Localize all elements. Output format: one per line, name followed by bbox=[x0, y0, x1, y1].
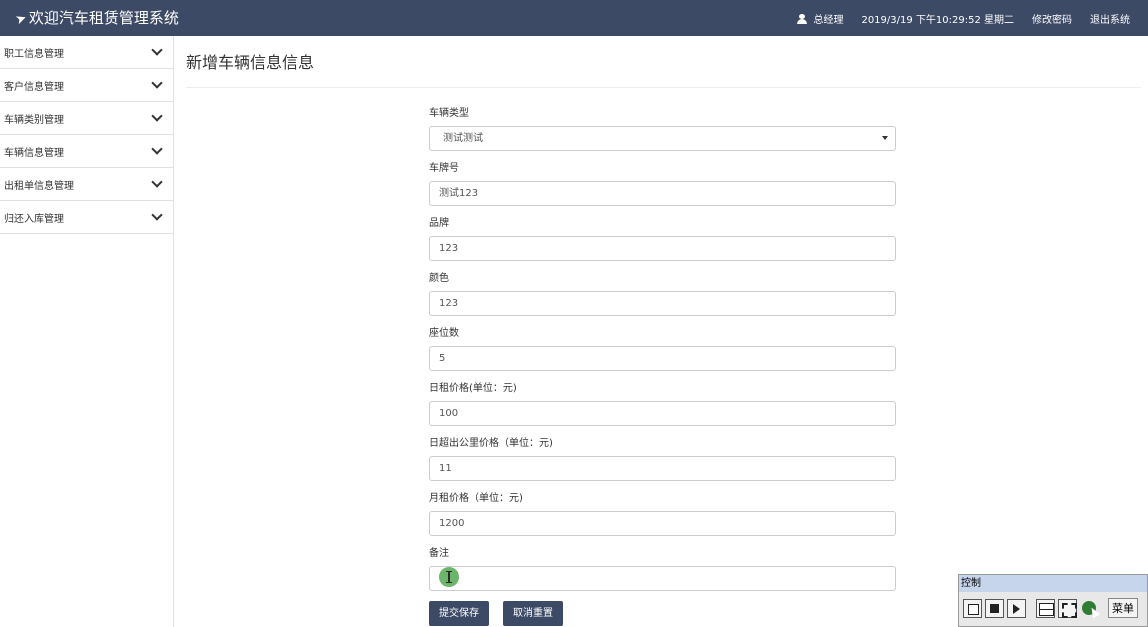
remark-label: 备注 bbox=[429, 548, 449, 559]
color-label: 颜色 bbox=[429, 273, 449, 284]
control-panel-toolbar: 菜单 bbox=[959, 592, 1147, 618]
remark-field-wrapper bbox=[429, 566, 896, 591]
chevron-down-icon bbox=[151, 77, 163, 89]
datetime: 2019/3/19 下午10:29:52 星期二 bbox=[861, 14, 1014, 26]
stop-icon[interactable] bbox=[985, 598, 1004, 618]
plate-label: 车牌号 bbox=[429, 163, 459, 174]
top-bar: ➤欢迎汽车租赁管理系统 总经理 2019/3/19 下午10:29:52 星期二… bbox=[0, 0, 1148, 36]
user-menu[interactable]: 总经理 bbox=[797, 11, 843, 26]
sidebar: 职工信息管理 客户信息管理 车辆类别管理 车辆信息管理 出租单信息管理 归还入库… bbox=[0, 36, 174, 627]
sidebar-item-rental-orders[interactable]: 出租单信息管理 bbox=[0, 168, 173, 201]
sidebar-item-label: 出租单信息管理 bbox=[4, 180, 74, 192]
chevron-down-icon bbox=[151, 176, 163, 188]
monthly-price-label: 月租价格（单位：元) bbox=[429, 493, 523, 504]
title-divider bbox=[186, 87, 1141, 88]
form-actions: 提交保存 取消重置 bbox=[429, 601, 577, 626]
menu-button[interactable]: 菜单 bbox=[1108, 598, 1138, 618]
brand-label: 品牌 bbox=[429, 218, 449, 229]
window-icon[interactable] bbox=[1036, 598, 1055, 618]
control-panel-title: 控制 bbox=[959, 575, 1147, 592]
plate-input[interactable]: 测试123 bbox=[429, 181, 896, 206]
brand-input[interactable]: 123 bbox=[429, 236, 896, 261]
fullscreen-icon[interactable] bbox=[1058, 598, 1077, 618]
top-right-menu: 总经理 2019/3/19 下午10:29:52 星期二 修改密码 退出系统 bbox=[797, 0, 1148, 36]
control-panel: 控制 菜单 bbox=[958, 574, 1148, 627]
daily-price-input[interactable]: 100 bbox=[429, 401, 896, 426]
sidebar-item-label: 车辆信息管理 bbox=[4, 147, 64, 159]
extra-km-price-label: 日超出公里价格（单位：元) bbox=[429, 438, 553, 449]
sidebar-item-label: 车辆类别管理 bbox=[4, 114, 64, 126]
seats-input[interactable]: 5 bbox=[429, 346, 896, 371]
user-name: 总经理 bbox=[813, 14, 844, 26]
category-label: 车辆类型 bbox=[429, 108, 469, 119]
page-title: 新增车辆信息信息 bbox=[186, 53, 315, 72]
user-icon bbox=[797, 13, 808, 24]
submit-button[interactable]: 提交保存 bbox=[429, 601, 489, 626]
sidebar-item-cars[interactable]: 车辆信息管理 bbox=[0, 135, 173, 168]
extra-km-price-input[interactable]: 11 bbox=[429, 456, 896, 481]
logout-link[interactable]: 退出系统 bbox=[1090, 11, 1130, 26]
pause-icon[interactable] bbox=[963, 598, 982, 618]
caret-down-icon bbox=[882, 136, 888, 140]
app-title: ➤欢迎汽车租赁管理系统 bbox=[14, 0, 179, 36]
play-icon[interactable] bbox=[1007, 598, 1026, 618]
chevron-down-icon bbox=[151, 110, 163, 122]
chevron-down-icon bbox=[151, 143, 163, 155]
monthly-price-input[interactable]: 1200 bbox=[429, 511, 896, 536]
chevron-down-icon bbox=[151, 209, 163, 221]
sidebar-item-label: 职工信息管理 bbox=[4, 48, 64, 60]
text-cursor-icon bbox=[439, 567, 459, 587]
sidebar-item-label: 归还入库管理 bbox=[4, 213, 64, 225]
sidebar-item-label: 客户信息管理 bbox=[4, 81, 64, 93]
category-selected-value: 测试测试 bbox=[443, 133, 483, 144]
color-input[interactable]: 123 bbox=[429, 291, 896, 316]
vehicle-form: 车辆类型 测试测试 车牌号 测试123 品牌 123 颜色 123 座位数 5 … bbox=[429, 107, 896, 602]
reset-button[interactable]: 取消重置 bbox=[503, 601, 563, 626]
sidebar-item-returns[interactable]: 归还入库管理 bbox=[0, 201, 173, 234]
sidebar-item-staff[interactable]: 职工信息管理 bbox=[0, 36, 173, 69]
sidebar-item-customers[interactable]: 客户信息管理 bbox=[0, 69, 173, 102]
app-title-text: 欢迎汽车租赁管理系统 bbox=[28, 9, 179, 27]
change-password-link[interactable]: 修改密码 bbox=[1032, 11, 1072, 26]
category-select[interactable]: 测试测试 bbox=[429, 126, 896, 151]
daily-price-label: 日租价格(单位：元) bbox=[429, 383, 517, 394]
sidebar-item-car-categories[interactable]: 车辆类别管理 bbox=[0, 102, 173, 135]
remark-input[interactable] bbox=[429, 566, 896, 591]
pointer-icon[interactable] bbox=[1080, 598, 1099, 618]
seats-label: 座位数 bbox=[429, 328, 459, 339]
chevron-down-icon bbox=[151, 44, 163, 56]
